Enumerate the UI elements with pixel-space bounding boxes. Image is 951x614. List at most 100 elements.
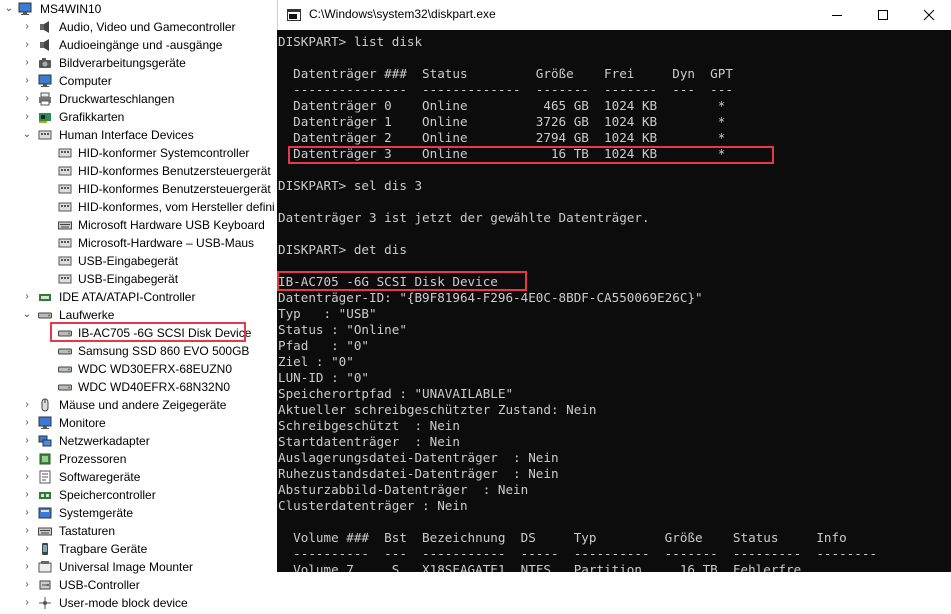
tree-category[interactable]: › Universal Image Mounter <box>0 558 277 576</box>
tree-item-label: Prozessoren <box>59 452 127 466</box>
tree-item-label: Computer <box>59 74 112 88</box>
chevron-down-icon[interactable]: ⌄ <box>22 130 32 140</box>
tree-category[interactable]: › Tragbare Geräte <box>0 540 277 558</box>
disk-drive-icon <box>58 344 72 358</box>
tree-device[interactable]: USB-Eingabegerät <box>0 270 277 288</box>
chevron-right-icon[interactable]: › <box>22 76 32 86</box>
tree-category[interactable]: › Druckwarteschlangen <box>0 90 277 108</box>
chevron-down-icon[interactable]: ⌄ <box>4 4 14 14</box>
tree-category[interactable]: › IDE ATA/ATAPI-Controller <box>0 288 277 306</box>
tree-item-label: IDE ATA/ATAPI-Controller <box>59 290 196 304</box>
tree-device[interactable]: Microsoft-Hardware – USB-Maus <box>0 234 277 252</box>
tree-category[interactable]: › Bildverarbeitungsgeräte <box>0 54 277 72</box>
chevron-right-icon[interactable]: › <box>22 400 32 410</box>
tree-item-label: Netzwerkadapter <box>59 434 150 448</box>
minimize-icon <box>832 15 842 16</box>
chevron-right-icon[interactable]: › <box>22 454 32 464</box>
chevron-right-icon[interactable]: › <box>22 94 32 104</box>
tree-device[interactable]: Samsung SSD 860 EVO 500GB <box>0 342 277 360</box>
console-bottom-area <box>277 572 951 614</box>
speaker-icon <box>38 38 52 52</box>
console-title: C:\Windows\system32\diskpart.exe <box>309 7 496 21</box>
chevron-right-icon[interactable]: › <box>22 40 32 50</box>
tree-category[interactable]: › Computer <box>0 72 277 90</box>
tree-device[interactable]: HID-konformes, vom Hersteller defini <box>0 198 277 216</box>
console-line: DISKPART> det dis <box>278 242 407 257</box>
tree-device[interactable]: USB-Eingabegerät <box>0 252 277 270</box>
tree-item-label: HID-konformes Benutzersteuergerät <box>78 164 271 178</box>
chevron-right-icon[interactable]: › <box>22 418 32 428</box>
disk-drive-icon <box>58 380 72 394</box>
chevron-right-icon[interactable]: › <box>22 22 32 32</box>
maximize-button[interactable] <box>860 0 906 30</box>
console-line: Ziel : "0" <box>278 354 354 369</box>
tree-device[interactable]: HID-konformes Benutzersteuergerät <box>0 180 277 198</box>
tree-category[interactable]: › Audio, Video und Gamecontroller <box>0 18 277 36</box>
chevron-right-icon[interactable]: › <box>22 292 32 302</box>
chevron-right-icon[interactable]: › <box>22 58 32 68</box>
tree-category[interactable]: › Softwaregeräte <box>0 468 277 486</box>
console-line: Volume ### Bst Bezeichnung DS Typ Größe … <box>278 530 847 545</box>
tree-device[interactable]: HID-konformer Systemcontroller <box>0 144 277 162</box>
tree-category[interactable]: › Monitore <box>0 414 277 432</box>
camera-icon <box>38 56 52 70</box>
block-device-icon <box>38 596 52 610</box>
ide-controller-icon <box>38 290 52 304</box>
close-icon <box>923 9 935 21</box>
tree-item-label: Systemgeräte <box>59 506 134 520</box>
tree-device[interactable]: HID-konformes Benutzersteuergerät <box>0 162 277 180</box>
console-output[interactable]: DISKPART> list disk Datenträger ### Stat… <box>277 30 951 577</box>
chevron-right-icon[interactable]: › <box>22 436 32 446</box>
close-button[interactable] <box>906 0 951 30</box>
tree-category[interactable]: › USB-Controller <box>0 576 277 594</box>
chevron-right-icon[interactable]: › <box>22 562 32 572</box>
tree-item-label: USB-Eingabegerät <box>78 254 179 268</box>
minimize-button[interactable] <box>814 0 860 30</box>
chevron-right-icon[interactable]: › <box>22 526 32 536</box>
console-line: LUN-ID : "0" <box>278 370 369 385</box>
chevron-right-icon[interactable]: › <box>22 544 32 554</box>
tree-category[interactable]: › Tastaturen <box>0 522 277 540</box>
chevron-right-icon[interactable]: › <box>22 472 32 482</box>
console-line: Datenträger 3 ist jetzt der gewählte Dat… <box>278 210 650 225</box>
tree-category[interactable]: › Netzwerkadapter <box>0 432 277 450</box>
tree-item-label: USB-Eingabegerät <box>78 272 179 286</box>
maximize-icon <box>878 10 888 20</box>
chevron-right-icon[interactable]: › <box>22 580 32 590</box>
tree-device[interactable]: Microsoft Hardware USB Keyboard <box>0 216 277 234</box>
tree-item-label: Audio, Video und Gamecontroller <box>59 20 236 34</box>
chevron-right-icon[interactable]: › <box>22 112 32 122</box>
console-titlebar[interactable]: C:\Windows\system32\diskpart.exe <box>277 0 951 30</box>
tree-device[interactable]: WDC WD40EFRX-68N32N0 <box>0 378 277 396</box>
chevron-right-icon[interactable]: › <box>22 490 32 500</box>
chevron-down-icon[interactable]: ⌄ <box>22 310 32 320</box>
tree-item-label: HID-konformes, vom Hersteller defini <box>78 200 275 214</box>
tree-item-label: Mäuse und andere Zeigegeräte <box>59 398 227 412</box>
console-line: Datenträger 1 Online 3726 GB 1024 KB * <box>278 114 726 129</box>
mouse-icon <box>38 398 52 412</box>
portable-device-icon <box>38 542 52 556</box>
tree-item-label: Bildverarbeitungsgeräte <box>59 56 186 70</box>
tree-category[interactable]: › Grafikkarten <box>0 108 277 126</box>
tree-device[interactable]: WDC WD30EFRX-68EUZN0 <box>0 360 277 378</box>
tree-category[interactable]: › Audioeingänge und -ausgänge <box>0 36 277 54</box>
chevron-right-icon[interactable]: › <box>22 598 32 608</box>
tree-category[interactable]: › Systemgeräte <box>0 504 277 522</box>
console-line: Datenträger-ID: "{B9F81964-F296-4E0C-8BD… <box>278 290 703 305</box>
tree-category[interactable]: › Mäuse und andere Zeigegeräte <box>0 396 277 414</box>
tree-category[interactable]: ⌄ Human Interface Devices <box>0 126 277 144</box>
monitor-icon <box>38 74 52 88</box>
tree-item-label: Microsoft-Hardware – USB-Maus <box>78 236 255 250</box>
tree-category[interactable]: › Prozessoren <box>0 450 277 468</box>
tree-category[interactable]: › Speichercontroller <box>0 486 277 504</box>
console-line: Schreibgeschützt : Nein <box>278 418 460 433</box>
tree-item-label: Human Interface Devices <box>59 128 194 142</box>
tree-category[interactable]: › User-mode block device <box>0 594 277 612</box>
tree-item-label: Laufwerke <box>59 308 115 322</box>
chevron-right-icon[interactable]: › <box>22 508 32 518</box>
usb-icon <box>38 578 52 592</box>
console-line: Absturzabbild-Datenträger : Nein <box>278 482 529 497</box>
tree-item-label: HID-konformer Systemcontroller <box>78 146 250 160</box>
diskpart-console-window: C:\Windows\system32\diskpart.exe DISKPAR… <box>277 0 951 614</box>
console-line: Ruhezustandsdatei-Datenträger : Nein <box>278 466 559 481</box>
